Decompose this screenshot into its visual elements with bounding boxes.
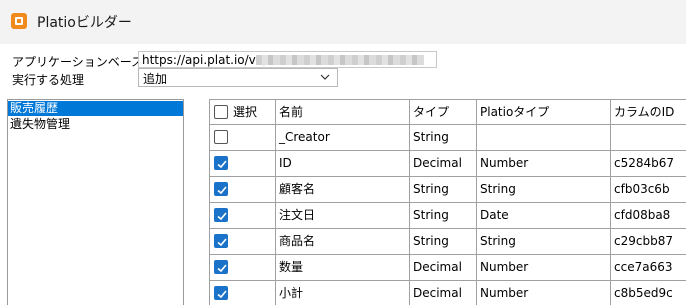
column-id-cell[interactable]: cfb03c6b (611, 177, 686, 203)
row-checkbox[interactable] (214, 286, 228, 300)
platio-type-cell[interactable]: Number (477, 255, 611, 281)
title-bar: Platioビルダー (0, 0, 686, 44)
checkmark-icon (217, 290, 227, 299)
header-name[interactable]: 名前 (276, 99, 410, 125)
checkmark-icon (217, 186, 227, 195)
header-select-label: 選択 (233, 105, 258, 119)
select-cell (209, 177, 276, 203)
platio-type-cell[interactable]: Number (477, 281, 611, 305)
platio-type-cell[interactable]: String (477, 177, 611, 203)
grid-header-row: 選択 名前 タイプ Platioタイプ カラムのID (209, 99, 686, 125)
type-cell[interactable]: String (410, 229, 477, 255)
column-id-cell[interactable]: c29cbb87 (611, 229, 686, 255)
url-input-value: https://api.plat.io/v1/ (142, 53, 268, 67)
select-cell (209, 229, 276, 255)
name-cell[interactable]: 商品名 (276, 229, 410, 255)
checkmark-icon (217, 264, 227, 273)
redacted-url-mask (256, 55, 424, 65)
column-id-cell[interactable]: c5284b67 (611, 151, 686, 177)
process-select[interactable]: 追加 (138, 68, 338, 87)
header-platio-type[interactable]: Platioタイプ (477, 99, 611, 125)
type-cell[interactable]: Decimal (410, 281, 477, 305)
chevron-down-icon (320, 74, 330, 80)
select-cell (209, 203, 276, 229)
type-cell[interactable]: Decimal (410, 151, 477, 177)
row-checkbox[interactable] (214, 208, 228, 222)
row-checkbox[interactable] (214, 260, 228, 274)
column-id-cell[interactable]: cce7a663 (611, 255, 686, 281)
table-row[interactable]: ID Decimal Number c5284b67 (209, 151, 686, 177)
table-row[interactable]: 注文日 String Date cfd08ba8 (209, 203, 686, 229)
table-row[interactable]: 小計 Decimal Number c8b5ed9c (209, 281, 686, 305)
table-list-item[interactable]: 遺失物管理 (8, 117, 183, 132)
row-checkbox[interactable] (214, 234, 228, 248)
platio-app-icon (11, 13, 27, 29)
header-column-id[interactable]: カラムのID (611, 99, 686, 125)
window-title: Platioビルダー (37, 15, 132, 31)
header-select: 選択 (209, 99, 276, 125)
name-cell[interactable]: 小計 (276, 281, 410, 305)
process-select-value: 追加 (143, 72, 168, 86)
process-label: 実行する処理 (12, 73, 85, 87)
table-row[interactable]: 顧客名 String String cfb03c6b (209, 177, 686, 203)
name-cell[interactable]: ID (276, 151, 410, 177)
column-id-cell[interactable]: c8b5ed9c (611, 281, 686, 305)
table-row[interactable]: _Creator String (209, 125, 686, 151)
name-cell[interactable]: 注文日 (276, 203, 410, 229)
table-list-item[interactable]: 販売履歴 (8, 101, 183, 116)
type-cell[interactable]: String (410, 177, 477, 203)
checkmark-icon (217, 238, 227, 247)
table-row[interactable]: 商品名 String String c29cbb87 (209, 229, 686, 255)
row-checkbox[interactable] (214, 156, 228, 170)
platio-type-cell[interactable] (477, 125, 611, 151)
name-cell[interactable]: 数量 (276, 255, 410, 281)
checkmark-icon (217, 160, 227, 169)
type-cell[interactable]: String (410, 203, 477, 229)
select-all-checkbox[interactable] (214, 105, 228, 119)
select-cell (209, 255, 276, 281)
select-cell (209, 125, 276, 151)
column-id-cell[interactable] (611, 125, 686, 151)
type-cell[interactable]: String (410, 125, 477, 151)
platio-type-cell[interactable]: Date (477, 203, 611, 229)
checkmark-icon (217, 212, 227, 221)
select-cell (209, 281, 276, 305)
name-cell[interactable]: _Creator (276, 125, 410, 151)
url-input[interactable]: https://api.plat.io/v1/ (138, 51, 437, 68)
platio-type-cell[interactable]: String (477, 229, 611, 255)
table-list[interactable]: 販売履歴 遺失物管理 (7, 99, 184, 305)
header-type[interactable]: タイプ (410, 99, 477, 125)
table-row[interactable]: 数量 Decimal Number cce7a663 (209, 255, 686, 281)
row-checkbox[interactable] (214, 130, 228, 144)
platio-type-cell[interactable]: Number (477, 151, 611, 177)
type-cell[interactable]: Decimal (410, 255, 477, 281)
column-id-cell[interactable]: cfd08ba8 (611, 203, 686, 229)
column-grid: 選択 名前 タイプ Platioタイプ カラムのID _Creator Stri… (209, 99, 686, 305)
select-cell (209, 151, 276, 177)
row-checkbox[interactable] (214, 182, 228, 196)
name-cell[interactable]: 顧客名 (276, 177, 410, 203)
